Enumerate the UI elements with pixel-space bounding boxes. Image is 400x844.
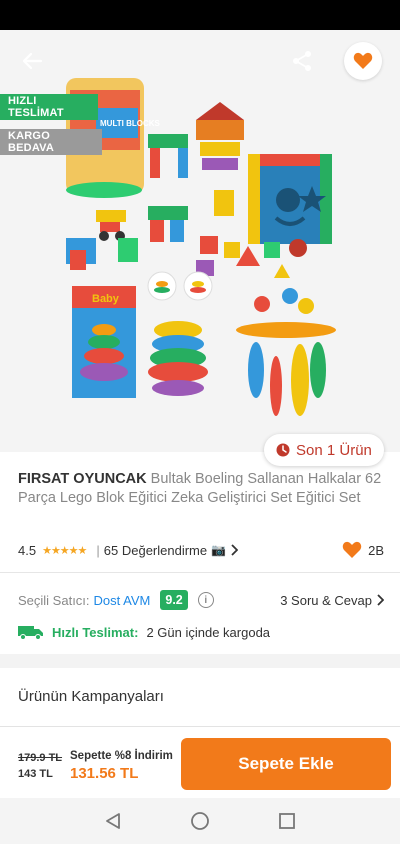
heart-icon bbox=[353, 52, 373, 69]
seller-label: Seçili Satıcı: bbox=[18, 592, 90, 608]
info-icon[interactable]: i bbox=[197, 592, 214, 608]
triangle-back-icon bbox=[106, 813, 121, 829]
nav-recent-button[interactable] bbox=[267, 801, 307, 841]
free-shipping-badge: KARGO BEDAVA bbox=[0, 129, 102, 155]
share-icon bbox=[293, 51, 311, 71]
campaigns-title: Ürünün Kampanyaları bbox=[18, 688, 164, 705]
reviews-link[interactable]: 65 Değerlendirme 📷 bbox=[103, 542, 239, 558]
seller-score-badge: 9.2 bbox=[160, 590, 188, 610]
delivery-row: Hızlı Teslimat: 2 Gün içinde kargoda bbox=[18, 622, 384, 642]
arrow-left-icon bbox=[22, 52, 42, 70]
share-button[interactable] bbox=[284, 44, 320, 78]
cart-discount-label: Sepette %8 İndirim bbox=[70, 750, 173, 762]
stock-label: Son 1 Ürün bbox=[296, 441, 372, 459]
status-bar bbox=[0, 0, 400, 30]
square-recent-icon bbox=[278, 813, 295, 829]
chevron-right-icon bbox=[377, 594, 384, 606]
system-nav-bar bbox=[0, 798, 400, 844]
add-to-cart-button[interactable]: Sepete Ekle bbox=[181, 738, 391, 790]
delivery-text: 2 Gün içinde kargoda bbox=[146, 624, 271, 640]
rating-stars: ★★★★★ bbox=[42, 544, 87, 557]
qa-link[interactable]: 3 Soru & Cevap bbox=[280, 593, 384, 608]
review-count: 65 Değerlendirme bbox=[103, 542, 208, 558]
old-price: 179.9 TL bbox=[18, 752, 63, 764]
heart-icon bbox=[342, 541, 362, 558]
rating-score: 4.5 bbox=[18, 542, 37, 558]
stock-badge: Son 1 Ürün bbox=[264, 434, 384, 466]
fast-delivery-badge: HIZLI TESLİMAT bbox=[0, 94, 98, 120]
rating-separator: | bbox=[96, 542, 100, 558]
back-button[interactable] bbox=[14, 46, 50, 76]
product-brand[interactable]: FIRSAT OYUNCAK bbox=[18, 471, 147, 487]
chevron-right-icon bbox=[231, 544, 239, 556]
product-title: FIRSAT OYUNCAK Bultak Boeling Sallanan H… bbox=[18, 470, 388, 508]
truck-icon bbox=[18, 626, 43, 640]
favorite-button[interactable] bbox=[344, 42, 382, 80]
rating-row: 4.5 ★★★★★ | 65 Değerlendirme 📷 2B bbox=[18, 540, 384, 560]
bucket-label: MULTI BLOCKS bbox=[100, 119, 161, 128]
base-price: 143 TL bbox=[18, 768, 53, 780]
circle-home-icon bbox=[191, 812, 209, 830]
like-count: 2B bbox=[368, 542, 384, 558]
seller-row: Seçili Satıcı: Dost AVM 9.2 i 3 Soru & C… bbox=[18, 588, 384, 612]
nav-back-button[interactable] bbox=[93, 801, 133, 841]
seller-name-link[interactable]: Dost AVM bbox=[94, 593, 151, 608]
divider bbox=[0, 572, 400, 573]
final-price: 131.56 TL bbox=[70, 765, 139, 782]
camera-icon: 📷 bbox=[211, 543, 227, 557]
stacker-box-label: Baby bbox=[92, 293, 120, 305]
clock-icon bbox=[276, 443, 290, 457]
nav-home-button[interactable] bbox=[180, 801, 220, 841]
qa-label: 3 Soru & Cevap bbox=[280, 592, 372, 608]
delivery-label: Hızlı Teslimat: bbox=[52, 624, 139, 640]
like-count-group[interactable]: 2B bbox=[342, 541, 384, 559]
section-gap bbox=[0, 654, 400, 668]
